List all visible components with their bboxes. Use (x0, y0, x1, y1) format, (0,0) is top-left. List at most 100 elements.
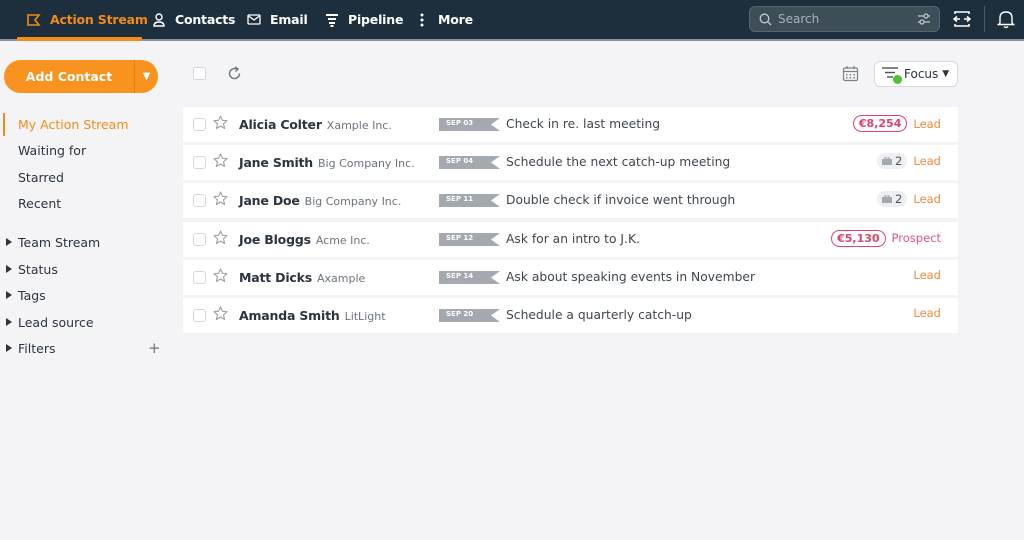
deals-count: 2 (895, 154, 903, 169)
row-meta: Lead (913, 268, 941, 282)
deals-count-badge[interactable]: 2 (877, 191, 908, 208)
due-date-flag: SEP 20 (439, 308, 500, 322)
contact-status: Lead (913, 192, 941, 207)
row-checkbox[interactable] (193, 270, 206, 284)
nav-contacts[interactable]: Contacts (152, 0, 235, 39)
contact-name[interactable]: Matt Dicks Axample (239, 270, 365, 285)
focus-filter-icon (882, 67, 902, 84)
sidebar-item-starred[interactable]: Starred (0, 164, 175, 191)
add-contact-button[interactable]: Add Contact (4, 60, 134, 93)
star-icon[interactable] (213, 268, 228, 283)
company-name: Acme Inc. (315, 233, 370, 247)
focus-filter-button[interactable]: Focus ▼ (874, 61, 958, 87)
row-meta: 2 Lead (877, 191, 941, 208)
search-input[interactable] (778, 12, 908, 26)
expand-triangle-icon (6, 265, 12, 273)
search-box[interactable] (749, 6, 940, 32)
row-meta: 2 Lead (877, 153, 941, 170)
row-checkbox[interactable] (193, 156, 206, 170)
active-tab-indicator (17, 37, 142, 41)
task-description[interactable]: Check in re. last meeting (506, 117, 660, 131)
due-date: SEP 03 (446, 119, 474, 127)
deals-count-badge[interactable]: 2 (877, 153, 908, 170)
contact-name-text: Matt Dicks (239, 269, 313, 285)
notification-bell-icon[interactable] (997, 9, 1015, 29)
contact-name-text: Joe Bloggs (239, 231, 311, 247)
caret-down-icon: ▼ (942, 69, 950, 79)
action-row[interactable]: Joe Bloggs Acme Inc. SEP 12 Ask for an in… (183, 221, 958, 257)
task-description[interactable]: Schedule the next catch-up meeting (506, 155, 730, 169)
star-icon[interactable] (213, 230, 228, 245)
row-meta: €8,254 Lead (852, 115, 941, 132)
nav-label: Contacts (175, 12, 236, 27)
task-description[interactable]: Schedule a quarterly catch-up (506, 308, 692, 322)
nav-more[interactable]: More (415, 0, 473, 39)
company-name: Axample (317, 271, 366, 285)
nav-label: Pipeline (348, 12, 404, 27)
task-description[interactable]: Ask about speaking events in November (506, 270, 755, 284)
search-filter-icon[interactable] (917, 12, 931, 26)
sidebar-group-status[interactable]: Status (0, 256, 175, 282)
action-stream-icon (27, 13, 41, 27)
sidebar-item-label: Waiting for (18, 143, 87, 159)
more-icon (415, 13, 429, 27)
contact-name[interactable]: Alicia Colter Xample Inc. (239, 117, 392, 132)
company-name: LitLight (344, 309, 386, 323)
due-date-flag: SEP 14 (439, 270, 500, 284)
contact-name[interactable]: Amanda Smith LitLight (239, 308, 386, 323)
action-list: Alicia Colter Xample Inc. SEP 03 Check in… (183, 107, 958, 336)
sidebar-item-label: My Action Stream (18, 116, 129, 132)
action-row[interactable]: Amanda Smith LitLight SEP 20 Schedule a q… (183, 297, 958, 333)
action-row[interactable]: Jane Smith Big Company Inc. SEP 04 Schedu… (183, 145, 958, 181)
email-icon (247, 13, 261, 27)
sidebar-group-lead-source[interactable]: Lead source (0, 309, 175, 335)
action-row[interactable]: Alicia Colter Xample Inc. SEP 03 Check in… (183, 107, 958, 142)
task-description[interactable]: Ask for an intro to J.K. (506, 232, 640, 246)
sidebar-group-label: Filters (18, 340, 56, 356)
add-contact-dropdown-button[interactable]: ▼ (135, 60, 158, 93)
contact-name[interactable]: Jane Doe Big Company Inc. (239, 193, 401, 208)
sidebar-group-team-stream[interactable]: Team Stream (0, 229, 175, 255)
sidebar-item-my-action-stream[interactable]: My Action Stream (0, 111, 175, 138)
action-row[interactable]: Matt Dicks Axample SEP 14 Ask about speak… (183, 259, 958, 295)
sync-icon[interactable] (952, 9, 972, 29)
star-icon[interactable] (213, 115, 228, 130)
star-icon[interactable] (213, 306, 228, 321)
nav-email[interactable]: Email (247, 0, 308, 39)
deals-count: 2 (895, 192, 903, 207)
row-checkbox[interactable] (193, 308, 206, 322)
row-checkbox[interactable] (193, 232, 206, 246)
deal-value-badge[interactable]: €8,254 (852, 115, 908, 132)
row-checkbox[interactable] (193, 194, 206, 208)
add-filter-plus-icon[interactable]: + (148, 339, 161, 357)
calendar-icon[interactable] (842, 65, 859, 82)
due-date: SEP 20 (446, 309, 474, 318)
expand-triangle-icon (6, 238, 12, 246)
sidebar-group-filters[interactable]: Filters + (0, 335, 175, 361)
caret-down-icon: ▼ (142, 71, 151, 82)
action-row[interactable]: Jane Doe Big Company Inc. SEP 11 Double c… (183, 183, 958, 219)
contact-name[interactable]: Jane Smith Big Company Inc. (239, 155, 415, 170)
select-all-checkbox[interactable] (193, 67, 206, 80)
contacts-icon (152, 12, 166, 27)
refresh-icon[interactable] (227, 66, 242, 81)
task-description[interactable]: Double check if invoice went through (506, 193, 735, 207)
sidebar-item-recent[interactable]: Recent (0, 191, 175, 218)
sidebar-group-tags[interactable]: Tags (0, 282, 175, 308)
nav-action-stream[interactable]: Action Stream (27, 0, 148, 39)
contact-name-text: Amanda Smith (239, 307, 340, 323)
due-date-flag: SEP 11 (439, 194, 500, 208)
nav-pipeline[interactable]: Pipeline (325, 0, 403, 39)
top-nav-bar: Action Stream Contacts Email Pipeline Mo… (0, 0, 1024, 41)
row-meta: Lead (913, 306, 941, 320)
star-icon[interactable] (213, 191, 228, 206)
due-date: SEP 14 (446, 271, 474, 280)
star-icon[interactable] (213, 153, 228, 168)
due-date: SEP 12 (446, 233, 474, 242)
deal-value-badge[interactable]: €5,130 (831, 229, 886, 247)
due-date: SEP 04 (446, 157, 474, 166)
row-checkbox[interactable] (193, 118, 206, 131)
contact-name[interactable]: Joe Bloggs Acme Inc. (239, 232, 370, 247)
contact-status: Prospect (891, 231, 941, 246)
sidebar-item-waiting-for[interactable]: Waiting for (0, 138, 175, 165)
